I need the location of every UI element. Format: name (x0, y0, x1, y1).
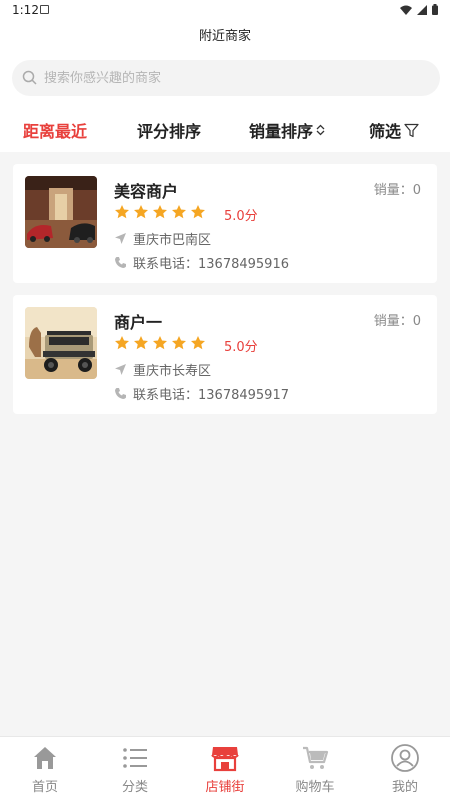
tab-label: 首页 (31, 780, 58, 795)
star-icon (153, 336, 167, 350)
merchant-address-text: 重庆市长寿区 (133, 364, 212, 379)
status-bar: 1:12 (0, 0, 450, 20)
merchant-address: 重庆市长寿区 (114, 360, 211, 379)
merchant-rating: 5.0分 (224, 340, 258, 355)
tab-label: 我的 (391, 780, 418, 795)
search-input[interactable] (44, 60, 424, 96)
tab-mine[interactable]: 我的 (360, 743, 450, 795)
location-arrow-icon (115, 364, 126, 375)
sort-tab-filter[interactable]: 筛选 (369, 118, 419, 142)
filter-icon (404, 123, 419, 137)
tab-label: 购物车 (295, 780, 335, 795)
star-icon (191, 205, 205, 219)
merchant-image (25, 307, 97, 379)
merchant-sales: 销量：0 (373, 183, 421, 198)
wifi-icon (400, 5, 412, 15)
user-icon (390, 743, 420, 773)
merchant-image (25, 176, 97, 248)
star-icon (134, 205, 148, 219)
sort-tab-distance[interactable]: 距离最近 (23, 118, 87, 142)
sort-tab-rating[interactable]: 评分排序 (137, 118, 201, 142)
merchant-sales: 销量：0 (373, 314, 421, 329)
phone-icon (115, 388, 126, 399)
list-icon (120, 743, 150, 773)
tab-cart[interactable]: 购物车 (270, 743, 360, 795)
home-icon (30, 743, 60, 773)
signal-icon (417, 4, 427, 15)
search-bar (0, 52, 450, 104)
star-icon (191, 336, 205, 350)
merchant-rating: 5.0分 (224, 209, 258, 224)
merchant-card[interactable]: 商户一 销量：0 5.0分 重庆市长寿区 联系电话：13678495917 (13, 295, 437, 414)
merchant-address-text: 重庆市巴南区 (133, 233, 212, 248)
sort-arrows-icon (316, 124, 325, 136)
battery-icon (432, 4, 438, 15)
merchant-address: 重庆市巴南区 (114, 229, 211, 248)
sort-tab-label: 销量排序 (249, 122, 314, 141)
star-icon (134, 336, 148, 350)
store-icon (210, 743, 240, 773)
star-icon (115, 336, 129, 350)
merchant-phone-text: 联系电话：13678495916 (133, 257, 289, 272)
star-icon (172, 336, 186, 350)
rating-stars (114, 204, 206, 220)
search-icon (22, 70, 37, 85)
merchant-phone-text: 联系电话：13678495917 (133, 388, 289, 403)
status-time: 1:12 (12, 3, 39, 17)
tab-store-street[interactable]: 店铺街 (180, 743, 270, 795)
star-icon (115, 205, 129, 219)
sort-tab-label: 筛选 (369, 122, 402, 141)
sort-bar: 距离最近 评分排序 销量排序 筛选 (0, 104, 450, 152)
bottom-tab-bar: 首页 分类 店铺街 购物车 我的 (0, 736, 450, 800)
tab-label: 店铺街 (205, 780, 245, 795)
phone-icon (115, 257, 126, 268)
notification-icon (40, 5, 49, 14)
tab-home[interactable]: 首页 (0, 743, 90, 795)
header: 附近商家 (0, 20, 450, 52)
cart-icon (300, 743, 330, 773)
merchant-name: 商户一 (114, 313, 163, 332)
tab-label: 分类 (121, 780, 148, 795)
merchant-phone[interactable]: 联系电话：13678495916 (114, 253, 289, 272)
status-icons (400, 4, 438, 15)
merchant-name: 美容商户 (114, 182, 179, 201)
location-arrow-icon (115, 233, 126, 244)
merchant-card[interactable]: 美容商户 销量：0 5.0分 重庆市巴南区 联系电话：13678495916 (13, 164, 437, 283)
sort-tab-sales[interactable]: 销量排序 (249, 118, 325, 142)
rating-stars (114, 335, 206, 351)
page-title: 附近商家 (198, 29, 251, 44)
merchant-phone[interactable]: 联系电话：13678495917 (114, 384, 289, 403)
star-icon (172, 205, 186, 219)
star-icon (153, 205, 167, 219)
tab-category[interactable]: 分类 (90, 743, 180, 795)
sort-tab-label: 评分排序 (137, 122, 202, 141)
sort-tab-label: 距离最近 (23, 122, 88, 141)
search-box[interactable] (12, 60, 440, 96)
